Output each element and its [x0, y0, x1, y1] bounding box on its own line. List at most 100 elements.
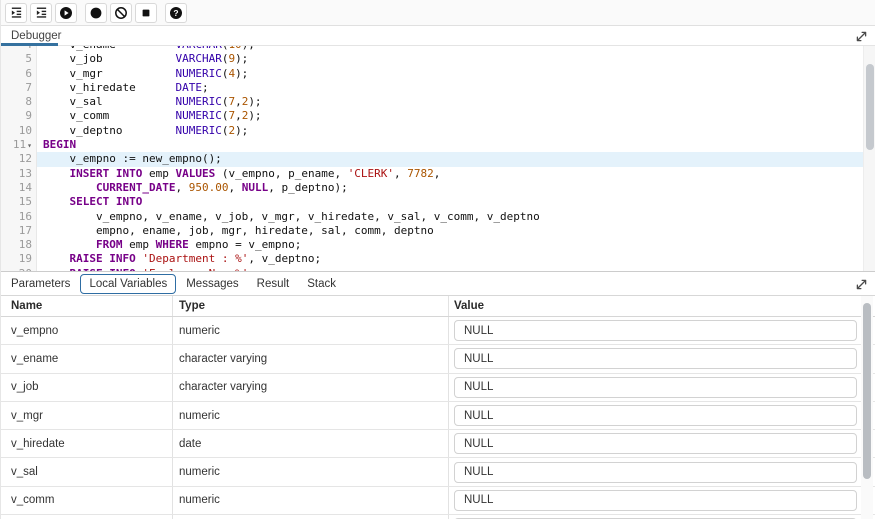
column-header-value: Value — [454, 300, 484, 312]
code-line-16: 16 v_empno, v_ename, v_job, v_mgr, v_hir… — [1, 210, 863, 224]
tab-local-variables[interactable]: Local Variables — [80, 274, 176, 294]
step-into-button[interactable] — [5, 3, 27, 23]
variable-type: date — [179, 438, 201, 450]
editor-scrollbar-thumb[interactable] — [866, 64, 874, 150]
code-line-12: 12 v_empno := new_empno(); — [1, 152, 863, 166]
code-text[interactable]: v_hiredate DATE; — [37, 81, 863, 95]
variable-type: numeric — [179, 466, 220, 478]
code-text[interactable]: v_empno, v_ename, v_job, v_mgr, v_hireda… — [37, 210, 863, 224]
clear-breakpoints-icon — [114, 6, 128, 20]
debugger-window: ? Debugger 4 v_ename VARCHAR(10);5 v_job… — [0, 0, 875, 519]
tab-stack[interactable]: Stack — [298, 272, 345, 296]
debugger-tab-strip: Debugger — [1, 26, 875, 46]
code-text[interactable]: v_job VARCHAR(9); — [37, 52, 863, 66]
line-number[interactable]: 15 — [1, 195, 37, 209]
line-number[interactable]: 10 — [1, 124, 37, 138]
debugger-tab-label: Debugger — [11, 30, 62, 42]
tab-parameters[interactable]: Parameters — [2, 272, 79, 296]
step-over-icon — [35, 6, 48, 19]
table-row: v_comm numeric NULL — [1, 487, 875, 515]
column-header-name: Name — [11, 300, 42, 312]
variable-value-input[interactable]: NULL — [454, 320, 857, 341]
code-text[interactable]: empno, ename, job, mgr, hiredate, sal, c… — [37, 224, 863, 238]
variable-type: character varying — [179, 353, 267, 365]
variable-value-input[interactable]: NULL — [454, 348, 857, 369]
line-number[interactable]: 11▾ — [1, 138, 37, 152]
code-editor[interactable]: 4 v_ename VARCHAR(10);5 v_job VARCHAR(9)… — [1, 46, 875, 271]
code-text[interactable]: v_mgr NUMERIC(4); — [37, 67, 863, 81]
code-line-18: 18 FROM emp WHERE empno = v_empno; — [1, 238, 863, 252]
column-header-type: Type — [179, 300, 205, 312]
step-over-button[interactable] — [30, 3, 52, 23]
local-variables-grid: NameTypeValue v_empnonumericNULLv_enamec… — [1, 296, 875, 519]
line-number[interactable]: 16 — [1, 210, 37, 224]
variable-value-input[interactable]: NULL — [454, 405, 857, 426]
expand-diagonal-icon[interactable] — [854, 29, 868, 43]
tab-debugger[interactable]: Debugger — [1, 26, 72, 46]
continue-button[interactable] — [55, 3, 77, 23]
line-number[interactable]: 14 — [1, 181, 37, 195]
table-row: v_job character varying NULL — [1, 374, 875, 402]
variable-value-input[interactable]: NULL — [454, 433, 857, 454]
grid-scrollbar-thumb[interactable] — [863, 303, 871, 479]
code-text[interactable]: v_sal NUMERIC(7,2); — [37, 95, 863, 109]
line-number[interactable]: 7 — [1, 81, 37, 95]
variable-name: v_ename — [11, 353, 58, 365]
line-number[interactable]: 13 — [1, 167, 37, 181]
line-number[interactable]: 9 — [1, 109, 37, 123]
table-row-partial — [1, 515, 875, 519]
code-text[interactable]: RAISE INFO 'Department : %', v_deptno; — [37, 252, 863, 266]
debugger-toolbar: ? — [1, 0, 875, 26]
editor-scrollbar[interactable] — [863, 46, 875, 271]
svg-text:?: ? — [173, 8, 178, 18]
code-text[interactable]: BEGIN — [37, 138, 863, 152]
line-number[interactable]: 17 — [1, 224, 37, 238]
tab-result[interactable]: Result — [248, 272, 299, 296]
code-line-11: 11▾BEGIN — [1, 138, 863, 152]
expand-diagonal-icon[interactable] — [854, 277, 868, 291]
variable-name: v_mgr — [11, 410, 43, 422]
code-line-9: 9 v_comm NUMERIC(7,2); — [1, 109, 863, 123]
variable-name: v_job — [11, 381, 39, 393]
table-row: v_hiredatedateNULL — [1, 430, 875, 458]
variable-type: numeric — [179, 494, 220, 506]
code-line-8: 8 v_sal NUMERIC(7,2); — [1, 95, 863, 109]
fold-arrow-icon[interactable]: ▾ — [27, 141, 32, 150]
table-row: v_ename character varying NULL — [1, 345, 875, 373]
line-number[interactable]: 5 — [1, 52, 37, 66]
help-icon: ? — [169, 6, 183, 20]
debug-info-panel: ParametersLocal VariablesMessagesResultS… — [1, 271, 875, 519]
code-text[interactable]: FROM emp WHERE empno = v_empno; — [37, 238, 863, 252]
toggle-breakpoint-button[interactable] — [85, 3, 107, 23]
help-button[interactable]: ? — [165, 3, 187, 23]
variable-value-input[interactable]: NULL — [454, 490, 857, 511]
line-number[interactable]: 8 — [1, 95, 37, 109]
variable-type: numeric — [179, 410, 220, 422]
code-text[interactable]: v_comm NUMERIC(7,2); — [37, 109, 863, 123]
tab-messages[interactable]: Messages — [177, 272, 247, 296]
grid-scrollbar[interactable] — [861, 296, 873, 519]
code-text[interactable]: SELECT INTO — [37, 195, 863, 209]
variable-type: numeric — [179, 325, 220, 337]
stop-icon — [139, 6, 153, 20]
variable-value-input[interactable]: NULL — [454, 377, 857, 398]
line-number[interactable]: 12 — [1, 152, 37, 166]
variable-type: character varying — [179, 381, 267, 393]
clear-all-breakpoints-button[interactable] — [110, 3, 132, 23]
code-text[interactable]: CURRENT_DATE, 950.00, NULL, p_deptno); — [37, 181, 863, 195]
code-text[interactable]: INSERT INTO emp VALUES (v_empno, p_ename… — [37, 167, 863, 181]
variable-value-input[interactable]: NULL — [454, 462, 857, 483]
stop-button[interactable] — [135, 3, 157, 23]
code-line-17: 17 empno, ename, job, mgr, hiredate, sal… — [1, 224, 863, 238]
line-number[interactable]: 18 — [1, 238, 37, 252]
code-text[interactable]: v_deptno NUMERIC(2); — [37, 124, 863, 138]
code-line-15: 15 SELECT INTO — [1, 195, 863, 209]
code-line-14: 14 CURRENT_DATE, 950.00, NULL, p_deptno)… — [1, 181, 863, 195]
line-number[interactable]: 6 — [1, 67, 37, 81]
variable-name: v_comm — [11, 494, 54, 506]
variable-name: v_sal — [11, 466, 38, 478]
code-line-5: 5 v_job VARCHAR(9); — [1, 52, 863, 66]
debug-panel-tabs: ParametersLocal VariablesMessagesResultS… — [1, 272, 875, 296]
line-number[interactable]: 19 — [1, 252, 37, 266]
current-execution-line[interactable]: v_empno := new_empno(); — [37, 152, 863, 166]
